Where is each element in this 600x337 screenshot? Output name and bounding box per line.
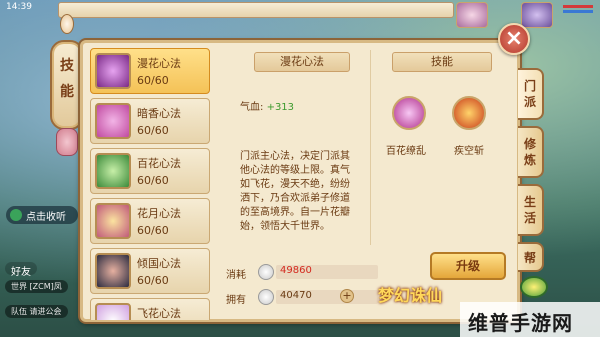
chat-line-team: 队伍 请进公会 xyxy=(5,305,68,318)
party-avatar-2[interactable] xyxy=(521,2,553,28)
skill-beauty-icon xyxy=(95,253,131,289)
skill-swift-slash-icon[interactable] xyxy=(452,96,486,130)
skills-title: 技能 xyxy=(392,52,492,72)
skill-item[interactable]: 花月心法 60/60 xyxy=(90,198,210,244)
lantern-icon xyxy=(56,128,78,156)
skill-item[interactable]: 暗香心法 60/60 xyxy=(90,98,210,144)
skill-chaos-flowers-icon[interactable] xyxy=(392,96,426,130)
player-bars xyxy=(563,3,593,25)
silver-coin-icon xyxy=(258,289,274,305)
watermark: 维普手游网 xyxy=(468,311,573,335)
chat-line-world: 世界 [ZCM]凤 xyxy=(5,280,68,293)
close-button[interactable]: × xyxy=(498,23,530,55)
silver-coin-icon xyxy=(258,264,274,280)
skill-item[interactable]: 飞花心法 xyxy=(90,298,210,320)
mic-icon xyxy=(10,209,22,221)
skill-item[interactable]: 漫花心法 60/60 xyxy=(90,48,210,94)
status-time: 14:39 xyxy=(6,2,32,12)
skill-detail-title: 漫花心法 xyxy=(254,52,350,72)
friends-button[interactable]: 好友 xyxy=(5,262,37,278)
top-info-bar xyxy=(58,2,454,18)
skill-hundred-flowers-icon xyxy=(95,153,131,189)
owned-row: 拥有 40470 xyxy=(226,289,386,306)
tab-skills[interactable]: 技 能 xyxy=(50,40,84,130)
game-logo: 梦幻诛仙 xyxy=(378,286,443,305)
party-avatar-1[interactable] xyxy=(456,2,488,28)
skill-description: 门派主心法，决定门派其他心法的等级上限。真气如飞花，漫天不绝，纷纷洒下，乃合欢派… xyxy=(240,151,350,232)
hp-bonus: 气血: +313 xyxy=(240,102,295,113)
skill-flying-flower-icon xyxy=(95,303,131,320)
skill-item[interactable]: 倾国心法 60/60 xyxy=(90,248,210,294)
cost-row: 消耗 49860 xyxy=(226,264,386,281)
add-currency-button[interactable]: + xyxy=(340,289,354,303)
tab-faction[interactable]: 门 派 xyxy=(518,68,544,120)
tab-cultivation[interactable]: 修 炼 xyxy=(518,126,544,178)
skill-fragrance-icon xyxy=(95,103,131,139)
voice-chat-button[interactable]: 点击收听 xyxy=(6,206,78,224)
tab-guild[interactable]: 帮 xyxy=(518,242,544,272)
skill-list[interactable]: 漫花心法 60/60 暗香心法 60/60 百花心法 60/60 花月心法 60… xyxy=(90,48,215,320)
skill-flower-moon-icon xyxy=(95,203,131,239)
logo-orb-icon xyxy=(520,276,548,298)
upgrade-button[interactable]: 升级 xyxy=(430,252,506,280)
tab-life[interactable]: 生 活 xyxy=(518,184,544,236)
ornament-icon xyxy=(60,14,74,34)
skill-flower-icon xyxy=(95,53,131,89)
skill-item[interactable]: 百花心法 60/60 xyxy=(90,148,210,194)
